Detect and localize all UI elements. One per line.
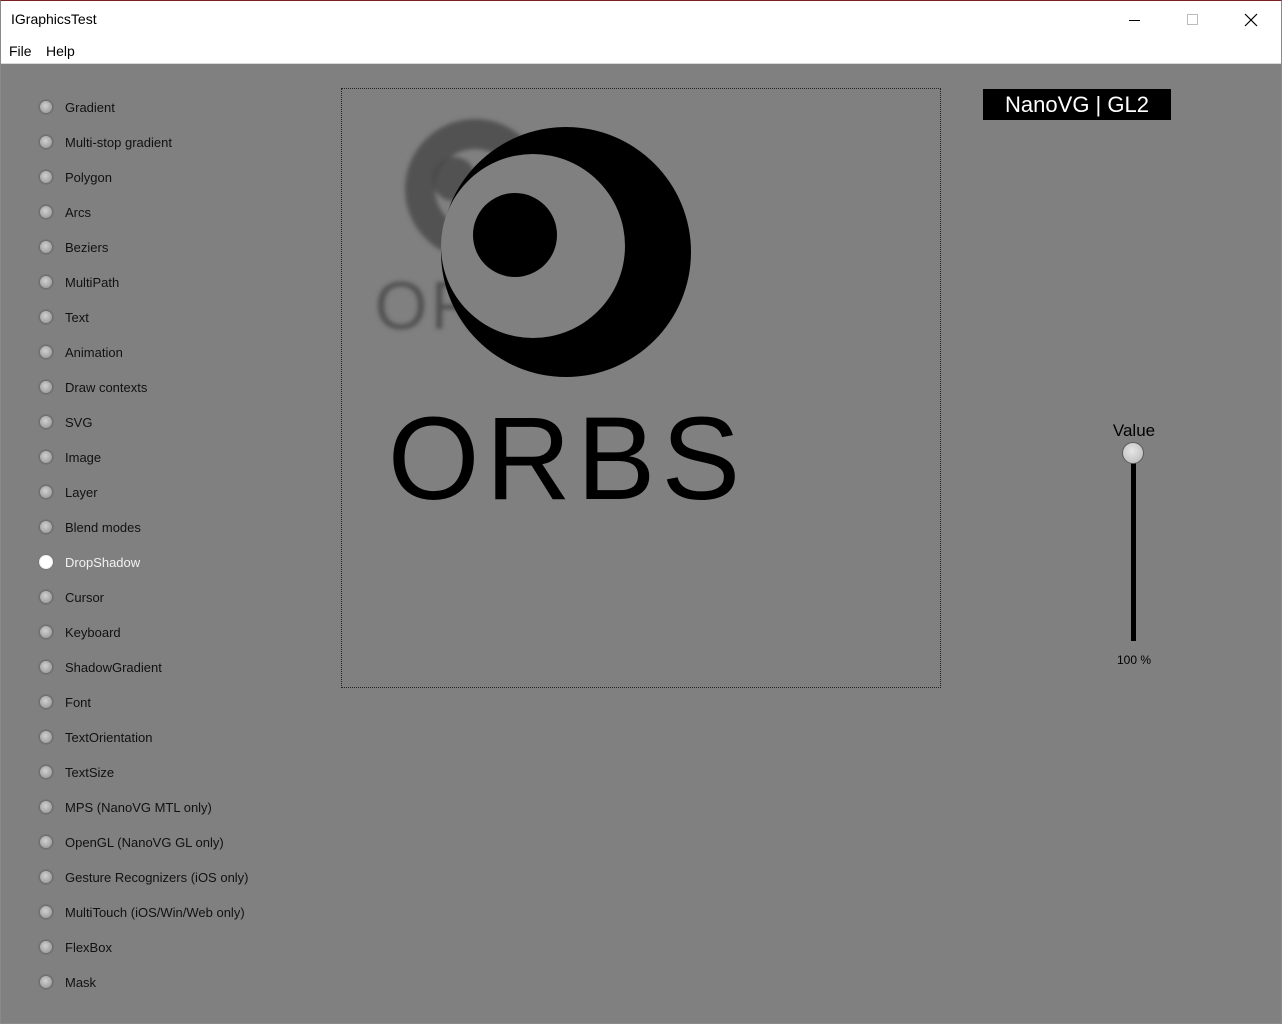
test-option-label: ShadowGradient — [65, 659, 162, 675]
test-option-label: TextOrientation — [65, 729, 153, 745]
test-option[interactable]: TextSize — [39, 762, 114, 782]
close-button[interactable] — [1222, 1, 1280, 39]
test-option-label: Font — [65, 694, 92, 710]
radio-button[interactable] — [39, 240, 53, 254]
close-icon — [1244, 13, 1258, 27]
vertical-slider-handle[interactable] — [1122, 442, 1144, 464]
radio-button[interactable] — [39, 100, 53, 114]
menu-help[interactable]: Help — [46, 43, 75, 59]
radio-button[interactable] — [39, 975, 53, 989]
window-title: IGraphicsTest — [11, 11, 97, 27]
plugin-ui: Gradient Multi-stop gradient Polygon Arcs Be… — [1, 64, 1281, 1023]
test-option[interactable]: Draw contexts — [39, 377, 147, 397]
drop-shadow-graphic: ORBS ORBS — [375, 119, 746, 525]
radio-button[interactable] — [39, 275, 53, 289]
test-option-label: Polygon — [65, 169, 112, 185]
test-option-label: Text — [65, 309, 89, 325]
radio-button[interactable] — [39, 345, 53, 359]
test-canvas[interactable]: ORBS ORBS — [341, 88, 941, 688]
menu-bar: File Help — [1, 39, 1281, 64]
test-option[interactable]: Gradient — [39, 97, 115, 117]
test-option-label: FlexBox — [65, 939, 112, 955]
test-option-label: MPS (NanoVG MTL only) — [65, 799, 212, 815]
radio-button[interactable] — [39, 135, 53, 149]
test-option-label: Multi-stop gradient — [65, 134, 172, 150]
test-option[interactable]: Image — [39, 447, 101, 467]
radio-button[interactable] — [39, 170, 53, 184]
test-option-label: MultiPath — [65, 274, 120, 290]
test-option-label: Gradient — [65, 99, 115, 115]
minimize-button[interactable] — [1106, 1, 1164, 39]
test-option[interactable]: Keyboard — [39, 622, 121, 642]
test-option[interactable]: Beziers — [39, 237, 108, 257]
radio-button[interactable] — [39, 625, 53, 639]
test-option-label: SVG — [65, 414, 93, 430]
radio-button[interactable] — [39, 520, 53, 534]
app-window: IGraphicsTest File Help Gradient Multi-st… — [0, 0, 1282, 1024]
test-option-label: Arcs — [65, 204, 91, 220]
test-option[interactable]: Mask — [39, 972, 96, 992]
test-option-label: TextSize — [65, 764, 115, 780]
minimize-icon — [1129, 20, 1140, 21]
radio-button[interactable] — [39, 380, 53, 394]
title-bar[interactable]: IGraphicsTest — [1, 1, 1281, 39]
test-option[interactable]: Polygon — [39, 167, 112, 187]
test-option[interactable]: Gesture Recognizers (iOS only) — [39, 867, 249, 887]
radio-button[interactable] — [39, 205, 53, 219]
test-option[interactable]: Text — [39, 307, 89, 327]
orbs-logo-text: ORBS — [388, 393, 746, 525]
test-option-label: Layer — [65, 484, 98, 500]
test-option-label: Image — [65, 449, 102, 465]
test-option-label: DropShadow — [65, 554, 141, 570]
test-option-label: OpenGL (NanoVG GL only) — [65, 834, 224, 850]
radio-button[interactable] — [39, 730, 53, 744]
test-option[interactable]: Layer — [39, 482, 98, 502]
graphics-backend-label: NanoVG | GL2 — [983, 89, 1171, 120]
radio-button[interactable] — [39, 905, 53, 919]
radio-button[interactable] — [39, 660, 53, 674]
radio-button[interactable] — [39, 940, 53, 954]
maximize-icon — [1187, 14, 1198, 25]
radio-button[interactable] — [39, 765, 53, 779]
test-option-label: MultiTouch (iOS/Win/Web only) — [65, 904, 245, 920]
radio-button[interactable] — [39, 695, 53, 709]
radio-button[interactable] — [39, 485, 53, 499]
radio-button[interactable] — [39, 835, 53, 849]
radio-button[interactable] — [39, 590, 53, 604]
vertical-slider-track[interactable] — [1131, 459, 1136, 641]
test-option[interactable]: Arcs — [39, 202, 91, 222]
test-option[interactable]: ShadowGradient — [39, 657, 162, 677]
test-option-label: Mask — [65, 974, 97, 990]
radio-button[interactable] — [39, 310, 53, 324]
test-option[interactable]: Animation — [39, 342, 123, 362]
menu-file[interactable]: File — [9, 43, 32, 59]
test-option-label: Gesture Recognizers (iOS only) — [65, 869, 249, 885]
test-option[interactable]: Blend modes — [39, 517, 141, 537]
test-option[interactable]: SVG — [39, 412, 92, 432]
radio-button-selected[interactable] — [39, 555, 53, 569]
test-option-label: Draw contexts — [65, 379, 148, 395]
test-option-label: Animation — [65, 344, 123, 360]
test-option-label: Blend modes — [65, 519, 141, 535]
test-option-label: Cursor — [65, 589, 105, 605]
maximize-button[interactable] — [1164, 1, 1222, 39]
test-option[interactable]: OpenGL (NanoVG GL only) — [39, 832, 224, 852]
slider-title: Value — [1112, 421, 1156, 440]
slider-value-readout: 100 % — [1116, 653, 1152, 667]
test-option[interactable]: Font — [39, 692, 91, 712]
test-option-label: Keyboard — [65, 624, 121, 640]
radio-button[interactable] — [39, 415, 53, 429]
test-option[interactable]: DropShadow — [39, 552, 140, 572]
test-option[interactable]: TextOrientation — [39, 727, 152, 747]
test-option[interactable]: Multi-stop gradient — [39, 132, 172, 152]
radio-button[interactable] — [39, 450, 53, 464]
test-option[interactable]: Cursor — [39, 587, 104, 607]
test-option[interactable]: MPS (NanoVG MTL only) — [39, 797, 212, 817]
radio-button[interactable] — [39, 800, 53, 814]
test-option-label: Beziers — [65, 239, 109, 255]
radio-button[interactable] — [39, 870, 53, 884]
test-option[interactable]: MultiPath — [39, 272, 119, 292]
test-option[interactable]: MultiTouch (iOS/Win/Web only) — [39, 902, 245, 922]
test-option[interactable]: FlexBox — [39, 937, 112, 957]
